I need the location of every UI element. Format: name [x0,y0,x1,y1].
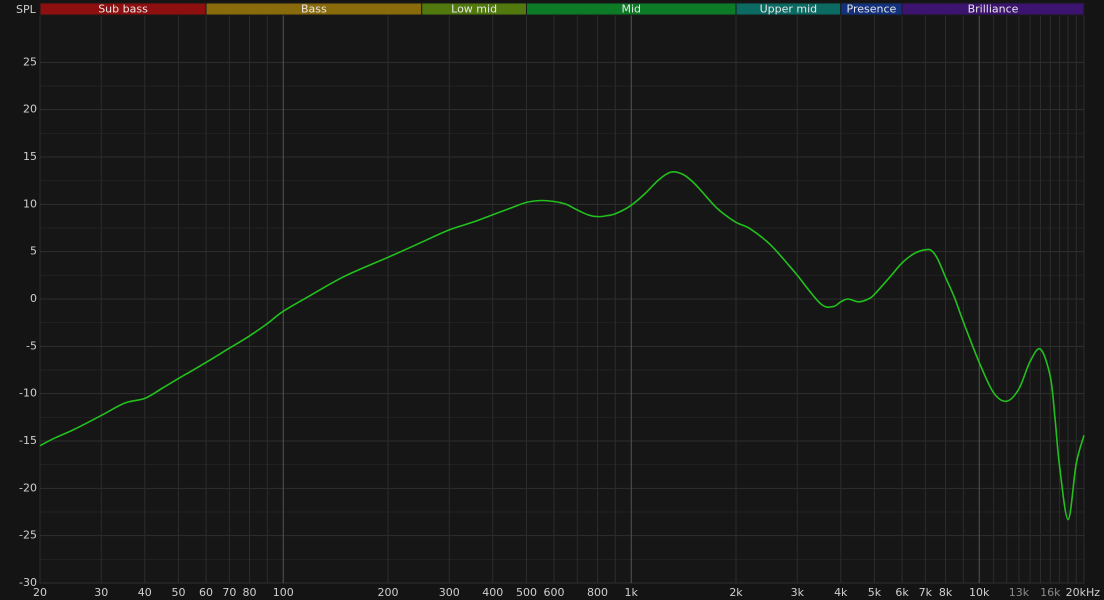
x-tick-label: 20kHz [1066,586,1101,599]
x-tick-label: 200 [378,586,399,599]
x-tick-label: 13k [1009,586,1030,599]
band-label: Brilliance [968,3,1019,16]
y-tick-label: -5 [26,339,37,352]
y-tick-label: 15 [23,150,37,163]
y-tick-label: 5 [30,245,37,258]
x-tick-label: 40 [138,586,152,599]
x-tick-label: 5k [868,586,882,599]
band-label: Sub bass [98,3,148,16]
x-tick-label: 20 [33,586,47,599]
x-tick-label: 300 [439,586,460,599]
y-tick-label: -15 [19,434,37,447]
x-tick-label: 10k [969,586,990,599]
band-label: Bass [301,3,327,16]
x-tick-label: 2k [729,586,743,599]
y-tick-label: 10 [23,197,37,210]
frequency-band-bar: Sub bass Bass Low mid Mid Upper mid Presence B… [39,2,1085,16]
x-tick-label: 50 [171,586,185,599]
band-label: Upper mid [760,3,818,16]
x-tick-label: 70 [222,586,236,599]
y-tick-label: 20 [23,103,37,116]
x-tick-label: 8k [939,586,953,599]
x-tick-label: 3k [791,586,805,599]
y-axis-title: SPL [16,3,37,16]
x-tick-label: 500 [516,586,537,599]
x-tick-label: 100 [273,586,294,599]
x-tick-label: 7k [919,586,933,599]
x-tick-label: 60 [199,586,213,599]
x-tick-label: 800 [587,586,608,599]
band-label: Presence [847,3,897,16]
x-tick-label: 400 [482,586,503,599]
x-tick-label: 600 [544,586,565,599]
frequency-response-chart: Sub bass Bass Low mid Mid Upper mid Presence B… [0,0,1104,600]
y-tick-label: 25 [23,55,37,68]
x-tick-label: 80 [243,586,257,599]
x-tick-label: 30 [94,586,108,599]
band-label: Low mid [451,3,497,16]
y-tick-label: 0 [30,292,37,305]
x-tick-label: 1k [625,586,639,599]
band-label: Mid [621,3,641,16]
x-tick-label: 6k [895,586,909,599]
y-tick-label: -20 [19,481,37,494]
y-tick-label: -10 [19,387,37,400]
x-tick-label: 4k [834,586,848,599]
x-tick-label: 16k [1040,586,1061,599]
y-tick-label: -25 [19,529,37,542]
